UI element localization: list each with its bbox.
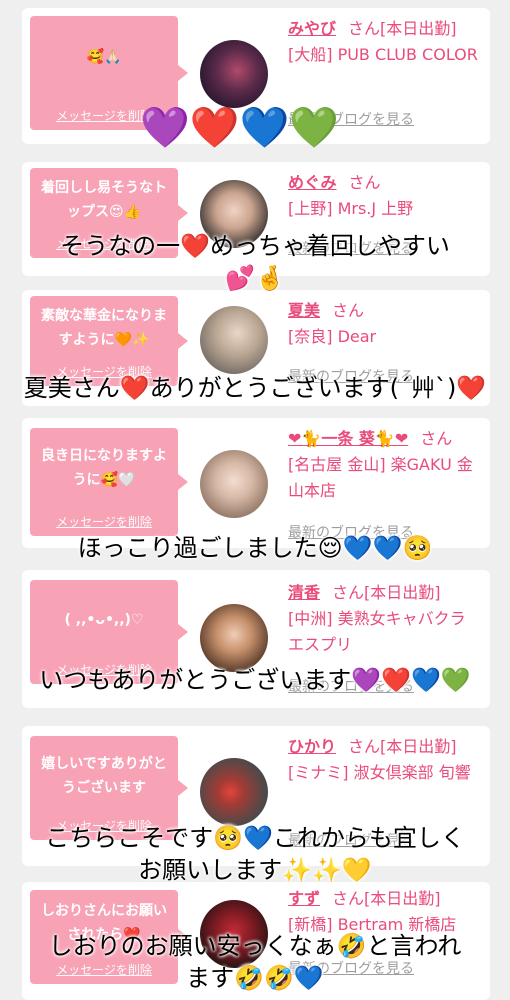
caption-overlay: 夏美さん❤️ありがとうございます(´艸`)❤️ [23, 374, 487, 402]
message-bubble: 良き日になりますように🥰🤍 メッセージを削除 [30, 428, 188, 536]
cast-name-link[interactable]: ❤🐈一条 葵🐈❤ [288, 429, 408, 448]
shop-name[interactable]: [奈良] Dear [288, 324, 482, 350]
avatar[interactable] [200, 306, 268, 374]
caption-overlay: いつもありがとうございます💜❤️💙💚 [39, 666, 471, 694]
hearts-emoji-overlay: 💜❤️💙💚 [140, 105, 340, 151]
cast-name-link[interactable]: 清香 [288, 583, 320, 602]
cast-status: さん[本日出勤] [332, 583, 441, 602]
cast-status: さん[本日出勤] [348, 19, 457, 38]
avatar[interactable] [200, 450, 268, 518]
message-text: 着回しし易そうなトップス😍👍 [41, 180, 167, 220]
caption-overlay: しおりのお願い安っくなぁ🤣と言われ ます🤣🤣💙 [48, 932, 462, 992]
message-text: 嬉しいですありがとうございます [41, 756, 167, 796]
cast-status: さん[本日出勤] [332, 889, 441, 908]
cast-status: さん[本日出勤] [348, 737, 457, 756]
shop-name[interactable]: [ミナミ] 淑女倶楽部 旬響 [288, 760, 482, 786]
cast-status: さん [332, 301, 365, 320]
cast-name-link[interactable]: みやび [288, 19, 336, 38]
cast-status: さん [348, 173, 381, 192]
message-text: 良き日になりますように🥰🤍 [41, 448, 167, 488]
message-card: 良き日になりますように🥰🤍 メッセージを削除 ❤🐈一条 葵🐈❤ さん [名古屋 金… [22, 418, 490, 548]
avatar[interactable] [200, 758, 268, 826]
message-text: 素敵な華金になりますように🧡✨ [41, 308, 167, 348]
caption-overlay: ほっこり過ごしました😌💙💙🥺 [77, 534, 433, 562]
cast-status: さん [420, 429, 453, 448]
message-text: ( ,,•ᴗ•,,)♡ [64, 612, 144, 628]
cast-name-link[interactable]: ひかり [288, 737, 336, 756]
shop-name[interactable]: [大船] PUB CLUB COLOR [288, 42, 482, 68]
message-text: 🥰🙏🏻 [86, 49, 122, 65]
caption-overlay: そうなの一❤️めっちゃ着回しやすい 💕🤞 [60, 232, 450, 292]
caption-overlay: こちらこそです🥺💙これからも宜しく お願いします✨✨💛 [45, 824, 465, 884]
avatar[interactable] [200, 40, 268, 108]
cast-name-link[interactable]: 夏美 [288, 301, 320, 320]
delete-message-link[interactable]: メッセージを削除 [30, 513, 178, 530]
shop-name[interactable]: [上野] Mrs.J 上野 [288, 196, 482, 222]
shop-name[interactable]: [中洲] 美熟女キャバクラ エスプリ [288, 606, 482, 658]
avatar[interactable] [200, 604, 268, 672]
shop-name[interactable]: [名古屋 金山] 楽GAKU 金山本店 [288, 452, 482, 504]
cast-name-link[interactable]: めぐみ [288, 173, 336, 192]
cast-name-link[interactable]: すず [288, 889, 320, 908]
